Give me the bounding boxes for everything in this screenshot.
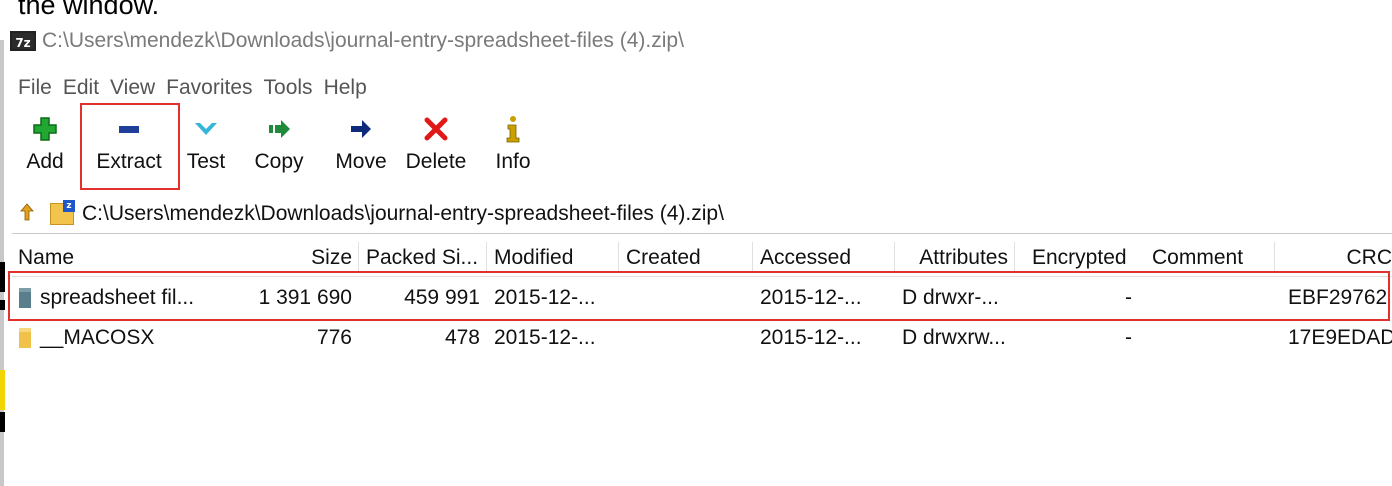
- menu-file[interactable]: File: [18, 76, 52, 100]
- column-separator[interactable]: [894, 242, 895, 272]
- column-separator[interactable]: [358, 242, 359, 272]
- menu-bar: File Edit View Favorites Tools Help: [18, 70, 378, 106]
- copy-label: Copy: [254, 150, 304, 173]
- zip-folder-icon: z: [50, 200, 75, 225]
- column-separator[interactable]: [1274, 242, 1275, 272]
- column-separator[interactable]: [1014, 242, 1015, 272]
- page-caption: the window.: [18, 0, 160, 20]
- copy-button[interactable]: Copy: [248, 112, 310, 194]
- row-size: 776: [316, 326, 352, 349]
- column-separator[interactable]: [486, 242, 487, 272]
- row-attributes: D drwxrw...: [902, 326, 1006, 349]
- left-edge-marker: [0, 262, 5, 292]
- table-row[interactable]: __MACOSX 776 478 2015-12-... 2015-12-...…: [12, 321, 1392, 355]
- row-modified: 2015-12-...: [494, 326, 596, 349]
- delete-x-icon: [424, 112, 448, 146]
- address-path-field[interactable]: z C:\Users\mendezk\Downloads\journal-ent…: [50, 200, 724, 226]
- add-label: Add: [26, 150, 64, 173]
- menu-favorites[interactable]: Favorites: [166, 76, 252, 100]
- column-separator[interactable]: [752, 242, 753, 272]
- check-icon: [194, 112, 218, 146]
- info-label: Info: [495, 150, 531, 173]
- address-path-text: C:\Users\mendezk\Downloads\journal-entry…: [82, 202, 724, 225]
- extract-highlight-box: [80, 103, 180, 190]
- row-accessed: 2015-12-...: [760, 326, 862, 349]
- row-crc: 17E9EDAD: [1288, 326, 1392, 349]
- up-arrow-icon: [20, 202, 34, 220]
- copy-arrow-icon: [267, 112, 291, 146]
- folder-icon: [19, 328, 31, 349]
- title-bar: 7z C:\Users\mendezk\Downloads\journal-en…: [10, 22, 684, 60]
- left-edge-marker: [0, 370, 5, 410]
- move-arrow-icon: [349, 112, 373, 146]
- left-edge-marker: [0, 300, 5, 310]
- menu-help[interactable]: Help: [324, 76, 367, 100]
- address-bar: z C:\Users\mendezk\Downloads\journal-ent…: [12, 195, 1392, 234]
- move-button[interactable]: Move: [328, 112, 394, 194]
- up-folder-button[interactable]: [12, 202, 42, 226]
- info-button[interactable]: Info: [488, 112, 538, 194]
- plus-icon: [33, 112, 57, 146]
- test-button[interactable]: Test: [178, 112, 234, 194]
- move-label: Move: [335, 150, 387, 173]
- left-edge-marker: [0, 412, 5, 432]
- test-label: Test: [186, 150, 226, 173]
- info-icon: [503, 112, 523, 146]
- 7zip-app-icon: 7z: [10, 31, 36, 51]
- row-highlight-box: [8, 271, 1390, 321]
- menu-tools[interactable]: Tools: [264, 76, 313, 100]
- row-packed-size: 478: [444, 326, 480, 349]
- row-name: __MACOSX: [12, 321, 240, 355]
- row-comment: [1146, 321, 1272, 355]
- add-button[interactable]: Add: [14, 112, 76, 194]
- menu-edit[interactable]: Edit: [63, 76, 99, 100]
- delete-label: Delete: [405, 150, 467, 173]
- row-created: [620, 321, 752, 355]
- row-encrypted: -: [1125, 326, 1132, 349]
- delete-button[interactable]: Delete: [398, 112, 474, 194]
- menu-view[interactable]: View: [110, 76, 155, 100]
- column-separator[interactable]: [618, 242, 619, 272]
- window-title: C:\Users\mendezk\Downloads\journal-entry…: [42, 29, 684, 52]
